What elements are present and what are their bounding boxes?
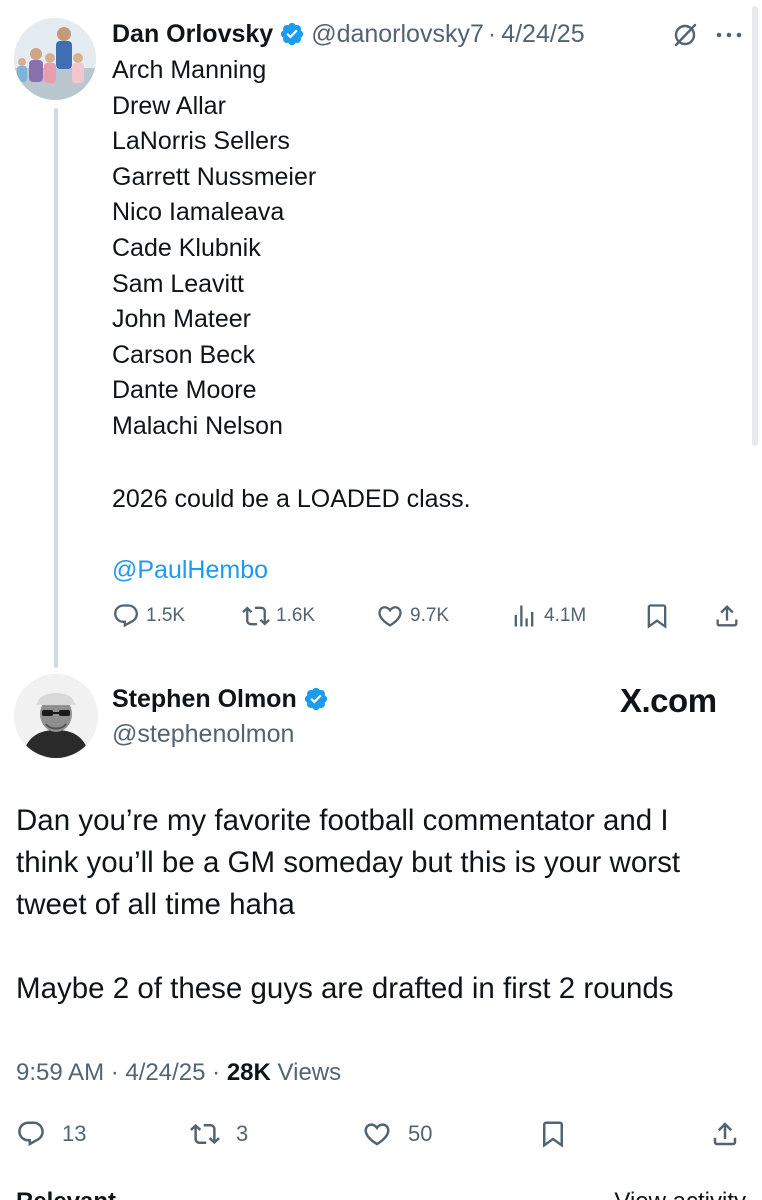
tweet-header: Dan Orlovsky @danorlovsky7 · 4/24/25	[112, 14, 585, 54]
views-count: 4.1M	[544, 605, 587, 626]
tweet-closing-line: 2026 could be a LOADED class.	[112, 485, 471, 513]
like-count: 9.7K	[410, 605, 450, 626]
views-label: Views	[277, 1059, 342, 1086]
grok-icon[interactable]	[672, 22, 698, 48]
share-button[interactable]	[710, 1114, 740, 1154]
like-button[interactable]: 50	[362, 1114, 432, 1154]
list-item: Carson Beck	[112, 340, 256, 369]
share-icon	[716, 605, 738, 627]
tweet-meta: 9:59 AM · 4/24/25 · 28K Views	[16, 1055, 341, 1091]
heart-icon	[378, 606, 402, 627]
reply-icon	[114, 604, 138, 628]
list-item: Nico Iamaleava	[112, 198, 285, 227]
reply-count: 13	[62, 1121, 87, 1146]
views-chart-icon	[514, 605, 534, 627]
repost-button[interactable]: 3	[190, 1114, 248, 1154]
text-line: Dan you’re my favorite football commenta…	[16, 804, 669, 837]
text-line: tweet of all time haha	[16, 888, 295, 921]
like-button[interactable]: 9.7K	[376, 596, 449, 636]
tweet-date[interactable]: 4/24/25	[501, 20, 584, 49]
views-count: 28K	[226, 1059, 271, 1086]
cut-off-row: Relevant View activity	[16, 1188, 746, 1200]
text-line: Maybe 2 of these guys are drafted in fir…	[16, 972, 674, 1005]
reply-count: 1.5K	[146, 605, 186, 626]
repost-button[interactable]: 1.6K	[242, 596, 315, 636]
parent-tweet[interactable]: Dan Orlovsky @danorlovsky7 · 4/24/25 Arc…	[0, 0, 762, 668]
repost-count: 3	[236, 1121, 249, 1146]
share-icon	[713, 1122, 737, 1146]
bookmark-button[interactable]	[643, 596, 671, 636]
reply-text: Dan you’re my favorite football commenta…	[16, 800, 746, 1010]
x-com-watermark: X.com	[620, 682, 717, 719]
text-line	[16, 926, 746, 968]
list-item: Cade Klubnik	[112, 233, 261, 262]
tweet-time[interactable]: 9:59 AM	[16, 1059, 104, 1086]
screenshot: Dan Orlovsky @danorlovsky7 · 4/24/25 Arc…	[0, 0, 762, 1200]
reply-icon	[18, 1121, 44, 1147]
reply-author-name-row: Stephen Olmon	[112, 680, 329, 718]
text-line: think you’ll be a GM someday but this is…	[16, 846, 681, 879]
mention-link[interactable]: @PaulHembo	[112, 552, 268, 588]
profile-photo-icon	[14, 674, 98, 758]
scrollbar[interactable]	[752, 6, 758, 446]
tweet-action-bar: 1.5K 1.6K 9.7K 4.1M	[0, 596, 762, 636]
separator-dot: ·	[110, 1059, 119, 1086]
list-item: Malachi Nelson	[112, 411, 283, 440]
repost-icon	[190, 1123, 220, 1145]
reply-action-bar: 13 3 50	[0, 1114, 762, 1154]
author-name[interactable]: Stephen Olmon	[112, 685, 297, 714]
separator-dot: ·	[212, 1059, 221, 1086]
share-button[interactable]	[713, 596, 741, 636]
author-handle[interactable]: @stephenolmon	[112, 716, 294, 752]
avatar[interactable]	[14, 674, 98, 758]
list-item: Sam Leavitt	[112, 269, 245, 298]
like-count: 50	[408, 1121, 433, 1146]
tweet-date[interactable]: 4/24/25	[125, 1059, 205, 1086]
verified-badge-icon	[279, 21, 305, 47]
bookmark-icon	[543, 1121, 563, 1148]
tweet-text: Arch Manning Drew Allar LaNorris Sellers…	[112, 53, 732, 445]
list-item: Garrett Nussmeier	[112, 162, 317, 191]
bookmark-icon	[647, 604, 667, 629]
view-activity-link[interactable]: View activity	[614, 1188, 746, 1200]
list-item: Dante Moore	[112, 376, 257, 405]
list-item: LaNorris Sellers	[112, 127, 290, 156]
verified-badge-icon	[303, 686, 329, 712]
list-item: John Mateer	[112, 305, 251, 334]
author-handle[interactable]: @danorlovsky7	[311, 20, 484, 49]
avatar[interactable]	[14, 18, 96, 100]
views-button[interactable]: 4.1M	[510, 596, 586, 636]
relevant-sort-button[interactable]: Relevant	[16, 1188, 116, 1200]
heart-icon	[364, 1123, 390, 1146]
bookmark-button[interactable]	[538, 1114, 568, 1154]
separator-dot: ·	[487, 19, 497, 48]
reply-button[interactable]: 13	[16, 1114, 86, 1154]
author-name[interactable]: Dan Orlovsky	[112, 20, 273, 49]
repost-icon	[242, 606, 270, 626]
thread-connector-line	[54, 108, 58, 668]
family-photo-icon	[14, 18, 96, 100]
repost-count: 1.6K	[276, 605, 316, 626]
list-item: Arch Manning	[112, 56, 267, 84]
more-options-icon[interactable]	[714, 22, 744, 48]
reply-button[interactable]: 1.5K	[112, 596, 185, 636]
list-item: Drew Allar	[112, 91, 226, 120]
